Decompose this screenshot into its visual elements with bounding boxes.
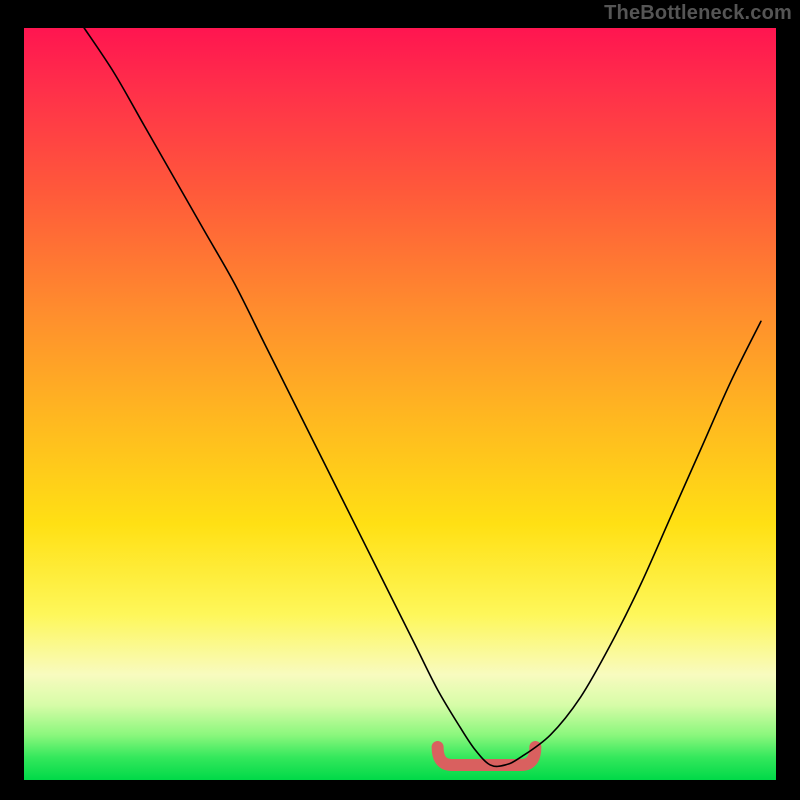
watermark-text: TheBottleneck.com bbox=[604, 2, 792, 25]
bottleneck-curve bbox=[84, 28, 761, 766]
chart-stage: TheBottleneck.com bbox=[0, 0, 800, 800]
bottleneck-curve-svg bbox=[24, 28, 776, 780]
plot-area bbox=[24, 28, 776, 780]
